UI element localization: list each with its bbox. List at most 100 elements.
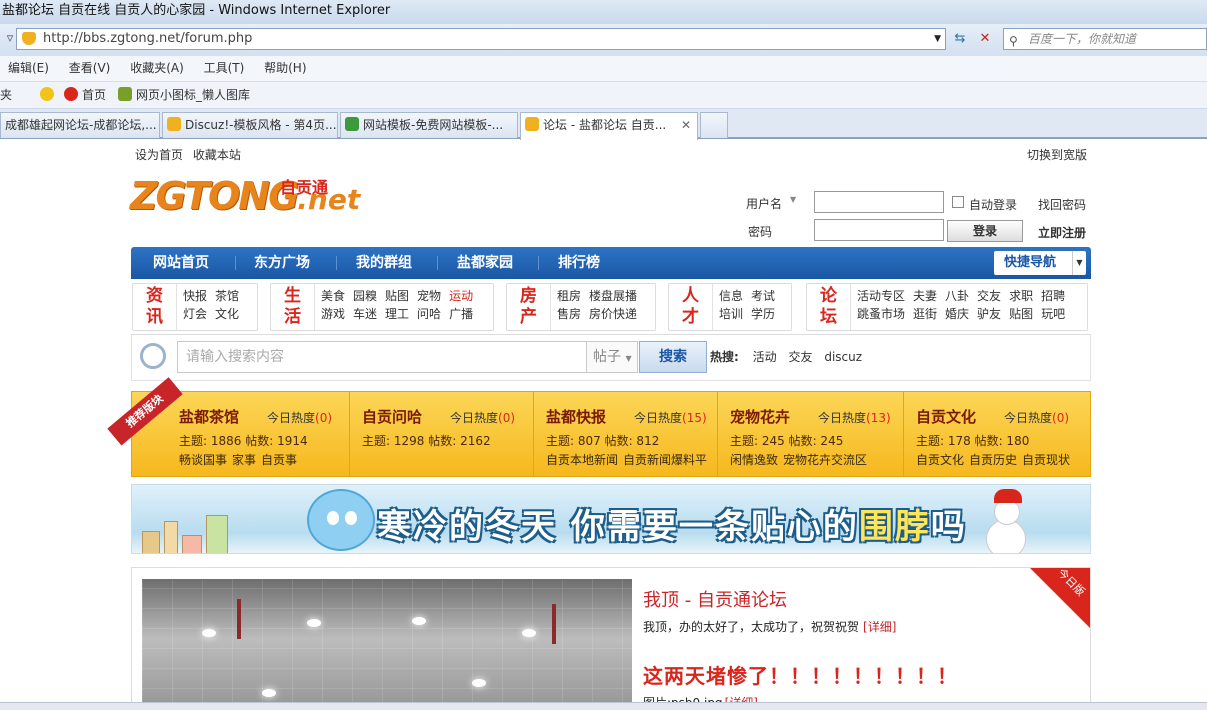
close-tab-icon[interactable]: ✕ [681,113,691,137]
cat-link[interactable]: 游戏 [321,305,345,323]
nav-square[interactable]: 东方广场 [254,247,310,279]
cat-link[interactable]: 培训 [719,305,743,323]
nav-groups[interactable]: 我的群组 [356,247,412,279]
web-search-input[interactable]: ⚲ 百度一下，你就知道 [1003,28,1207,50]
hot-search-link[interactable]: 活动 [753,350,777,364]
article-title-1[interactable]: 我顶 - 自贡通论坛 [643,586,787,612]
cat-link[interactable]: 租房 [557,287,581,305]
subboard-link[interactable]: 自贡新闻爆料平 [623,453,707,467]
new-tab-button[interactable] [700,112,728,138]
login-button[interactable]: 登录 [947,220,1023,242]
cat-link[interactable]: 考试 [751,287,775,305]
subboard-link[interactable]: 自贡事 [261,453,297,467]
cat-link[interactable]: 理工 [385,305,409,323]
tab-3[interactable]: 网站模板-免费网站模板-... [340,112,518,138]
board-card[interactable]: 自贡问哈 今日热度(0) 主题: 1298 帖数: 2162 [350,392,534,476]
board-card[interactable]: 自贡文化 今日热度(0) 主题: 178 帖数: 180 自贡文化 自贡历史 自贡现状 [904,392,1090,476]
nav-home-garden[interactable]: 盐都家园 [457,247,513,279]
article-photo[interactable] [142,579,632,710]
cat-link[interactable]: 茶馆 [215,287,239,305]
quick-nav-button[interactable]: 快捷导航 ▼ [994,251,1086,275]
cat-link[interactable]: 售房 [557,305,581,323]
add-favorite-icon[interactable] [40,82,58,108]
nav-ranking[interactable]: 排行榜 [558,247,600,279]
cat-link[interactable]: 交友 [977,287,1001,305]
nav-home[interactable]: 网站首页 [153,247,209,279]
cat-link[interactable]: 贴图 [385,287,409,305]
cat-link[interactable]: 逛街 [913,305,937,323]
menu-edit[interactable]: 编辑(E) [0,56,57,81]
hot-search-link[interactable]: discuz [824,350,862,364]
cat-link[interactable]: 婚庆 [945,305,969,323]
subboard-link[interactable]: 畅谈国事 [179,453,227,467]
detail-link[interactable]: [详细] [863,620,896,634]
article-title-2[interactable]: 这两天堵惨了！！！！！！！！！ [643,660,958,689]
switch-wide-link[interactable]: 切换到宽版 [1027,146,1087,163]
board-name[interactable]: 自贡问哈 [362,408,422,426]
menu-tools[interactable]: 工具(T) [196,56,253,81]
board-card[interactable]: 盐都快报 今日热度(15) 主题: 807 帖数: 812 自贡本地新闻 自贡新闻爆… [534,392,718,476]
search-type-select[interactable]: 帖子 ▼ [586,341,638,373]
board-name[interactable]: 盐都茶馆 [179,408,239,426]
address-dropdown-icon[interactable]: ▼ [934,29,941,49]
cat-link[interactable]: 贴图 [1009,305,1033,323]
board-card[interactable]: 宠物花卉 今日热度(13) 主题: 245 帖数: 245 闲情逸致 宠物花卉交流区 [718,392,904,476]
tab-2[interactable]: Discuz!-模板风格 - 第4页... [162,112,338,138]
board-name[interactable]: 宠物花卉 [730,408,790,426]
bookmark-link[interactable]: 收藏本站 [193,148,241,162]
menu-favorites[interactable]: 收藏夹(A) [122,56,192,81]
address-field[interactable]: http://bbs.zgtong.net/forum.php ▼ [16,28,946,50]
cat-link[interactable]: 美食 [321,287,345,305]
subboard-link[interactable]: 闲情逸致 [730,453,778,467]
cat-link[interactable]: 信息 [719,287,743,305]
board-name[interactable]: 自贡文化 [916,408,976,426]
cat-link[interactable]: 房价快递 [589,305,637,323]
cat-link[interactable]: 园糗 [353,287,377,305]
subboard-link[interactable]: 自贡文化 [916,453,964,467]
board-name[interactable]: 盐都快报 [546,408,606,426]
cat-link[interactable]: 求职 [1009,287,1033,305]
username-input[interactable] [814,191,944,213]
cat-link[interactable]: 招聘 [1041,287,1065,305]
subboard-link[interactable]: 自贡现状 [1022,453,1070,467]
cat-link-hot[interactable]: 运动 [449,287,473,305]
stop-icon[interactable]: ✕ [975,29,995,49]
cat-link[interactable]: 夫妻 [913,287,937,305]
cat-link[interactable]: 跳蚤市场 [857,305,905,323]
refresh-icon[interactable]: ⇆ [950,29,970,49]
cat-link[interactable]: 学历 [751,305,775,323]
cat-link[interactable]: 宠物 [417,287,441,305]
search-button[interactable]: 搜索 [639,341,707,373]
forgot-password-link[interactable]: 找回密码 [1038,196,1086,213]
cat-link[interactable]: 车迷 [353,305,377,323]
board-card[interactable]: 盐都茶馆 今日热度(0) 主题: 1886 帖数: 1914 畅谈国事 家事 自贡事 [167,392,350,476]
password-input[interactable] [814,219,944,241]
subboard-link[interactable]: 自贡本地新闻 [546,453,618,467]
cat-link[interactable]: 快报 [183,287,207,305]
auto-login-checkbox[interactable] [952,196,964,208]
hot-search-link[interactable]: 交友 [788,350,812,364]
menu-view[interactable]: 查看(V) [61,56,119,81]
cat-link[interactable]: 八卦 [945,287,969,305]
tab-4-active[interactable]: 论坛 - 盐都论坛 自贡... ✕ [520,112,698,140]
subboard-link[interactable]: 宠物花卉交流区 [783,453,867,467]
cat-link[interactable]: 问哈 [417,305,441,323]
forum-search-input[interactable]: 请输入搜索内容 [177,341,589,373]
fav-link-icons[interactable]: 网页小图标_懒人图库 [118,82,250,108]
cat-link[interactable]: 活动专区 [857,287,905,305]
subboard-link[interactable]: 家事 [232,453,256,467]
set-home-link[interactable]: 设为首页 [135,148,183,162]
menu-help[interactable]: 帮助(H) [256,56,314,81]
cat-link[interactable]: 文化 [215,305,239,323]
cat-link[interactable]: 楼盘展播 [589,287,637,305]
fav-link-home[interactable]: 首页 [64,82,106,108]
username-dropdown-icon[interactable]: ▼ [790,195,796,204]
favorites-label[interactable]: 夹 [0,82,12,108]
register-link[interactable]: 立即注册 [1038,224,1086,241]
cat-link[interactable]: 驴友 [977,305,1001,323]
site-logo[interactable]: ZGTONG.net 自贡通 [130,174,360,230]
cat-link[interactable]: 灯会 [183,305,207,323]
tab-1[interactable]: 成都雄起网论坛-成都论坛,... [0,112,160,138]
cat-link[interactable]: 玩吧 [1041,305,1065,323]
subboard-link[interactable]: 自贡历史 [969,453,1017,467]
